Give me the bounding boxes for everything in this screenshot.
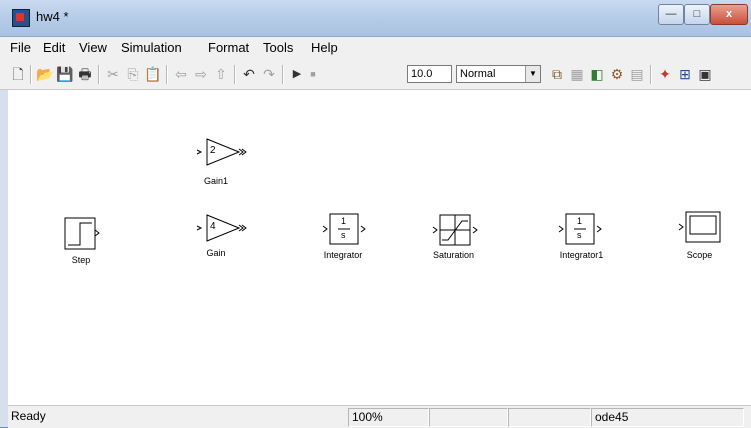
status-blank-2 bbox=[508, 408, 591, 427]
integrator-denominator: s bbox=[341, 230, 346, 240]
undo-icon[interactable]: ↶ bbox=[240, 65, 258, 83]
gain1-label[interactable]: Gain1 bbox=[196, 176, 236, 186]
up-arrow-icon[interactable]: ⇧ bbox=[212, 65, 230, 83]
integrator-numerator: 1 bbox=[341, 216, 347, 226]
status-state: Ready bbox=[11, 409, 46, 423]
new-model-icon[interactable]: 🗋 bbox=[9, 65, 27, 83]
debugger-icon[interactable]: ✦ bbox=[656, 65, 674, 83]
print-icon[interactable]: 🖶 bbox=[76, 65, 94, 83]
model-explorer-icon[interactable]: ▤ bbox=[628, 65, 646, 83]
gain-block[interactable]: 4 bbox=[194, 212, 249, 244]
status-bar: Ready 100% ode45 bbox=[8, 405, 751, 428]
cut-icon[interactable]: ✂ bbox=[104, 65, 122, 83]
window-title: hw4 * bbox=[36, 9, 69, 24]
title-bar[interactable]: hw4 * — □ x bbox=[0, 0, 751, 37]
toolbar-separator bbox=[30, 65, 32, 84]
save-icon[interactable]: 💾 bbox=[56, 65, 74, 83]
gain1-block[interactable]: 2 bbox=[194, 136, 249, 168]
simulation-mode-select[interactable]: Normal ▼ bbox=[456, 65, 541, 83]
menu-bar: File Edit View Simulation Format Tools H… bbox=[0, 37, 751, 59]
integrator-block[interactable]: 1 s bbox=[322, 212, 368, 246]
menu-view[interactable]: View bbox=[79, 40, 107, 55]
integrator1-label[interactable]: Integrator1 bbox=[554, 250, 609, 260]
gain1-value: 2 bbox=[210, 145, 216, 156]
toolbar-separator bbox=[282, 65, 284, 84]
menu-tools[interactable]: Tools bbox=[263, 40, 293, 55]
simulink-window: hw4 * — □ x File Edit View Simulation Fo… bbox=[0, 0, 751, 428]
menu-format[interactable]: Format bbox=[208, 40, 249, 55]
status-solver: ode45 bbox=[591, 408, 744, 427]
step-label[interactable]: Step bbox=[66, 255, 96, 265]
maximize-button[interactable]: □ bbox=[684, 4, 710, 25]
menu-file[interactable]: File bbox=[10, 40, 31, 55]
close-button[interactable]: x bbox=[710, 4, 748, 25]
gain-value: 4 bbox=[210, 221, 216, 232]
menu-edit[interactable]: Edit bbox=[43, 40, 65, 55]
menu-help[interactable]: Help bbox=[311, 40, 338, 55]
open-folder-icon[interactable]: 📂 bbox=[36, 65, 54, 83]
stop-simulation-icon[interactable]: ■ bbox=[304, 65, 322, 83]
scope-label[interactable]: Scope bbox=[682, 250, 717, 260]
build-icon[interactable]: ⧉ bbox=[548, 65, 566, 83]
forward-arrow-icon[interactable]: ⇨ bbox=[192, 65, 210, 83]
integrator1-numerator: 1 bbox=[577, 216, 583, 226]
simulink-app-icon bbox=[12, 9, 30, 27]
toolbar-separator bbox=[166, 65, 168, 84]
toolbar: 🗋 📂 💾 🖶 ✂ ⎘ 📋 ⇦ ⇨ ⇧ ↶ ↷ ▶ ■ 10.0 Normal … bbox=[0, 59, 751, 90]
copy-icon[interactable]: ⎘ bbox=[124, 65, 142, 83]
saturation-block[interactable] bbox=[432, 213, 478, 247]
redo-icon[interactable]: ↷ bbox=[260, 65, 278, 83]
back-arrow-icon[interactable]: ⇦ bbox=[172, 65, 190, 83]
chevron-down-icon[interactable]: ▼ bbox=[525, 66, 540, 82]
saturation-label[interactable]: Saturation bbox=[426, 250, 481, 260]
paste-icon[interactable]: 📋 bbox=[144, 65, 162, 83]
model-browser-icon[interactable]: ⊞ bbox=[676, 65, 694, 83]
toolbar-separator bbox=[234, 65, 236, 84]
scope-block[interactable] bbox=[678, 210, 724, 246]
toolbar-separator bbox=[650, 65, 652, 84]
update-diagram-icon[interactable]: ▦ bbox=[568, 65, 586, 83]
model-canvas[interactable]: 2 Gain1 4 Gain Step 1 s Integrator Satur… bbox=[8, 90, 751, 405]
integrator1-denominator: s bbox=[577, 230, 582, 240]
model-advisor-icon[interactable]: ◧ bbox=[588, 65, 606, 83]
window-left-edge bbox=[0, 90, 8, 405]
simulation-mode-value: Normal bbox=[460, 68, 496, 80]
minimize-button[interactable]: — bbox=[658, 4, 684, 25]
status-blank-1 bbox=[429, 408, 508, 427]
step-block[interactable] bbox=[64, 217, 104, 251]
integrator1-block[interactable]: 1 s bbox=[558, 212, 604, 246]
gain-label[interactable]: Gain bbox=[201, 248, 231, 258]
library-browser-icon[interactable]: ⚙ bbox=[608, 65, 626, 83]
integrator-label[interactable]: Integrator bbox=[318, 250, 368, 260]
menu-simulation[interactable]: Simulation bbox=[121, 40, 182, 55]
toolbar-separator bbox=[98, 65, 100, 84]
properties-icon[interactable]: ▣ bbox=[696, 65, 714, 83]
stop-time-input[interactable]: 10.0 bbox=[407, 65, 452, 83]
status-zoom: 100% bbox=[348, 408, 429, 427]
